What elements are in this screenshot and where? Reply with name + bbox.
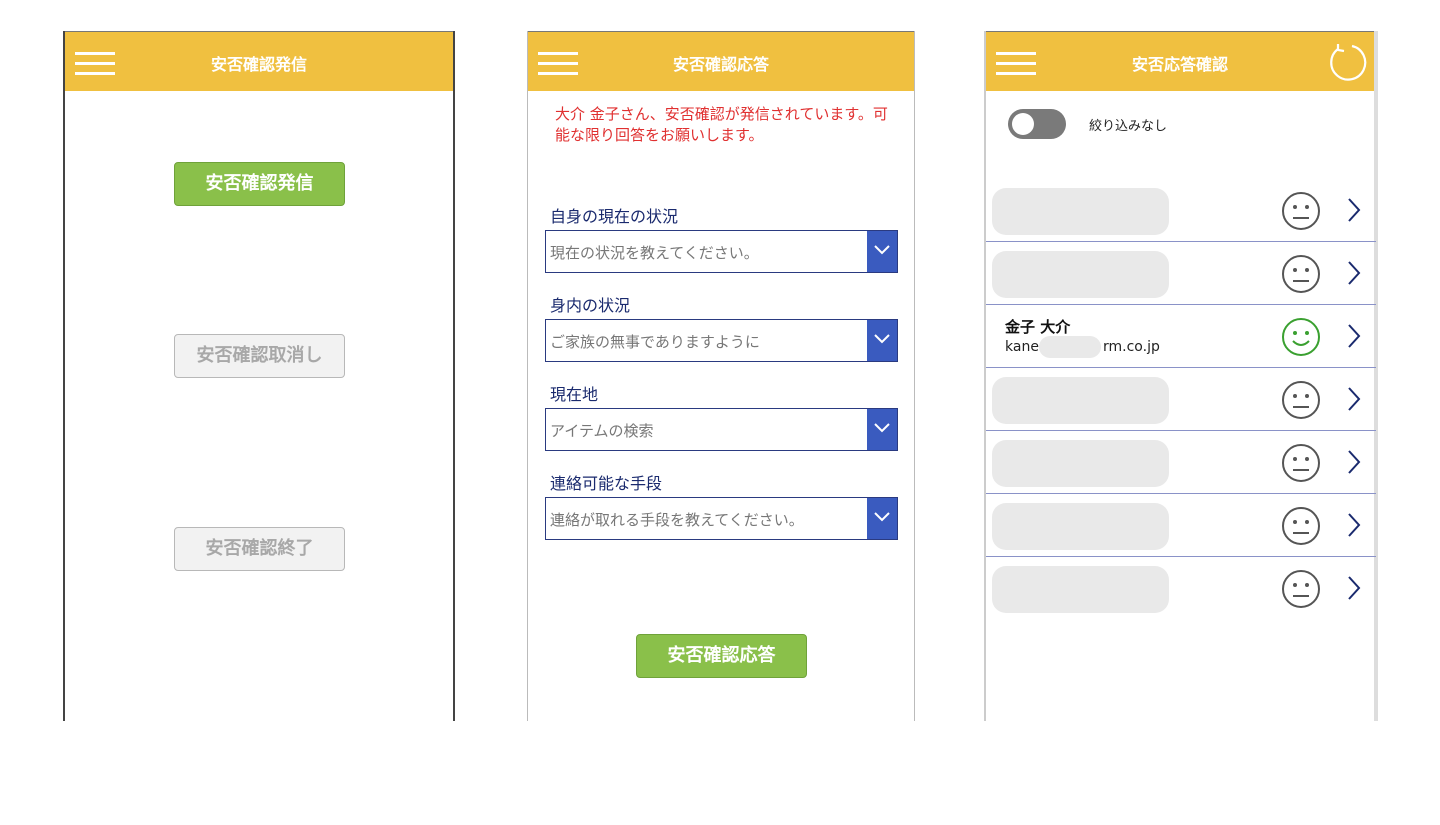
field-label-location: 現在地	[550, 385, 599, 404]
notice-message: 大介 金子さん、安否確認が発信されています。可能な限り回答をお願いします。	[555, 105, 888, 144]
chevron-right-icon[interactable]	[1346, 196, 1362, 224]
name-placeholder	[992, 440, 1169, 487]
neutral-face-icon	[1282, 570, 1320, 608]
list-item[interactable]	[986, 494, 1376, 557]
self-status-dropdown[interactable]: 現在の状況を教えてください。	[545, 230, 898, 273]
refresh-icon[interactable]	[1326, 40, 1370, 84]
header-bar: 安否応答確認	[986, 31, 1374, 91]
toggle-knob	[1012, 113, 1034, 135]
neutral-face-icon	[1282, 192, 1320, 230]
neutral-face-icon	[1282, 444, 1320, 482]
field-label-family-status: 身内の状況	[550, 296, 631, 315]
header-bar: 安否確認発信	[65, 31, 453, 91]
filter-toggle[interactable]	[1008, 109, 1066, 139]
field-label-contact-method: 連絡可能な手段	[550, 474, 663, 493]
field-label-self-status: 自身の現在の状況	[550, 207, 679, 226]
list-item[interactable]	[986, 557, 1376, 620]
dropdown-placeholder: 現在の状況を教えてください。	[550, 244, 759, 262]
list-item[interactable]	[986, 368, 1376, 431]
chevron-down-icon[interactable]	[867, 498, 897, 539]
neutral-face-icon	[1282, 507, 1320, 545]
chevron-right-icon[interactable]	[1346, 259, 1362, 287]
page-title: 安否応答確認	[1131, 55, 1228, 74]
email-mask	[1039, 336, 1101, 358]
user-email-prefix: kane	[1005, 339, 1039, 355]
header-bar: 安否確認応答	[528, 31, 914, 91]
smile-face-icon	[1282, 318, 1320, 356]
dropdown-placeholder: ご家族の無事でありますように	[550, 333, 760, 351]
end-confirmation-button[interactable]: 安否確認終了	[174, 527, 345, 571]
name-placeholder	[992, 503, 1169, 550]
page-title: 安否確認発信	[210, 55, 307, 74]
chevron-right-icon[interactable]	[1346, 574, 1362, 602]
neutral-face-icon	[1282, 255, 1320, 293]
chevron-down-icon[interactable]	[867, 231, 897, 272]
page-title: 安否確認応答	[672, 55, 769, 74]
dropdown-placeholder: 連絡が取れる手段を教えてください。	[550, 511, 804, 529]
family-status-dropdown[interactable]: ご家族の無事でありますように	[545, 319, 898, 362]
chevron-down-icon[interactable]	[867, 320, 897, 361]
chevron-down-icon[interactable]	[867, 409, 897, 450]
send-confirmation-button[interactable]: 安否確認発信	[174, 162, 345, 206]
chevron-right-icon[interactable]	[1346, 448, 1362, 476]
user-name: 金子 大介	[1005, 318, 1071, 336]
name-placeholder	[992, 188, 1169, 235]
location-dropdown[interactable]: アイテムの検索	[545, 408, 898, 451]
name-placeholder	[992, 251, 1169, 298]
list-item[interactable]	[986, 242, 1376, 305]
name-placeholder	[992, 566, 1169, 613]
filter-label: 絞り込みなし	[1089, 119, 1168, 134]
response-screen: 安否確認応答 大介 金子さん、安否確認が発信されています。可能な限り回答をお願い…	[527, 31, 915, 721]
chevron-right-icon[interactable]	[1346, 385, 1362, 413]
cancel-confirmation-button[interactable]: 安否確認取消し	[174, 334, 345, 378]
list-item[interactable]	[986, 431, 1376, 494]
name-placeholder	[992, 377, 1169, 424]
neutral-face-icon	[1282, 381, 1320, 419]
submit-response-button[interactable]: 安否確認応答	[636, 634, 807, 678]
list-item[interactable]	[986, 179, 1376, 242]
contact-method-dropdown[interactable]: 連絡が取れる手段を教えてください。	[545, 497, 898, 540]
response-list-screen: 安否応答確認 絞り込みなし 金子 大介 kane rm.co.jp	[984, 31, 1378, 721]
dropdown-placeholder: アイテムの検索	[550, 422, 654, 440]
user-email-suffix: rm.co.jp	[1103, 339, 1160, 355]
chevron-right-icon[interactable]	[1346, 322, 1362, 350]
chevron-right-icon[interactable]	[1346, 511, 1362, 539]
list-item[interactable]: 金子 大介 kane rm.co.jp	[986, 305, 1376, 368]
send-screen: 安否確認発信 安否確認発信 安否確認取消し 安否確認終了	[63, 31, 455, 721]
